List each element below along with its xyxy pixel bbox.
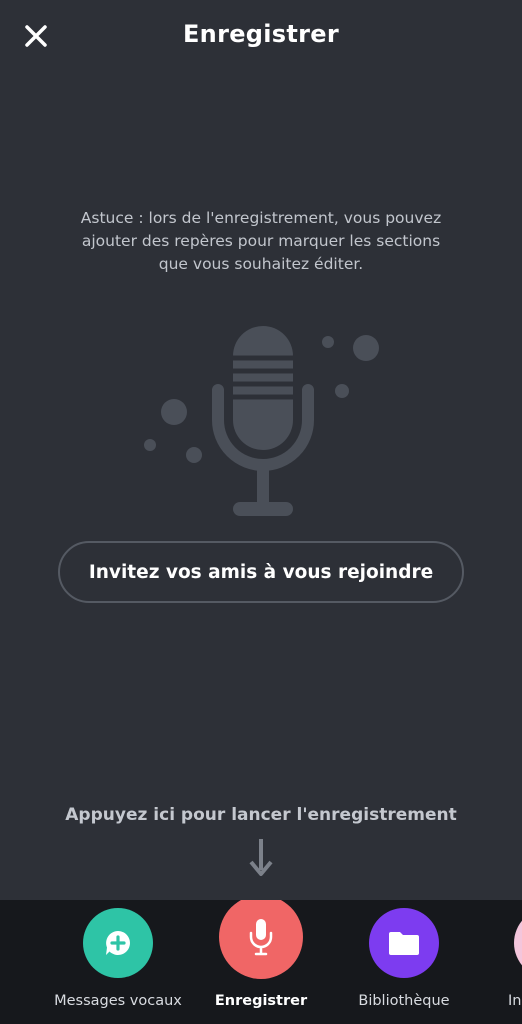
partial-tab-icon	[514, 908, 522, 978]
invite-friends-button[interactable]: Invitez vos amis à vous rejoindre	[58, 541, 464, 603]
record-hint: Appuyez ici pour lancer l'enregistrement	[65, 805, 457, 825]
tip-text: Astuce : lors de l'enregistrement, vous …	[80, 209, 442, 273]
tab-label-bibliotheque: Bibliothèque	[358, 993, 450, 1009]
tab-bibliotheque[interactable]: Bibliothèque	[329, 900, 479, 1024]
microphone-icon	[212, 326, 314, 516]
microphone-illustration	[144, 326, 379, 516]
voice-message-add-icon	[83, 908, 153, 978]
arrow-down-icon	[249, 839, 273, 876]
tab-partial[interactable]: In	[472, 900, 522, 1024]
top-bar: Enregistrer	[0, 0, 522, 72]
page-title: Enregistrer	[182, 20, 339, 48]
microphone-icon	[219, 900, 303, 979]
bottom-tab-bar: Messages vocaux Enregistrer Bibliothèque…	[0, 900, 522, 1024]
tab-label-partial: In	[508, 993, 522, 1009]
folder-icon	[369, 908, 439, 978]
